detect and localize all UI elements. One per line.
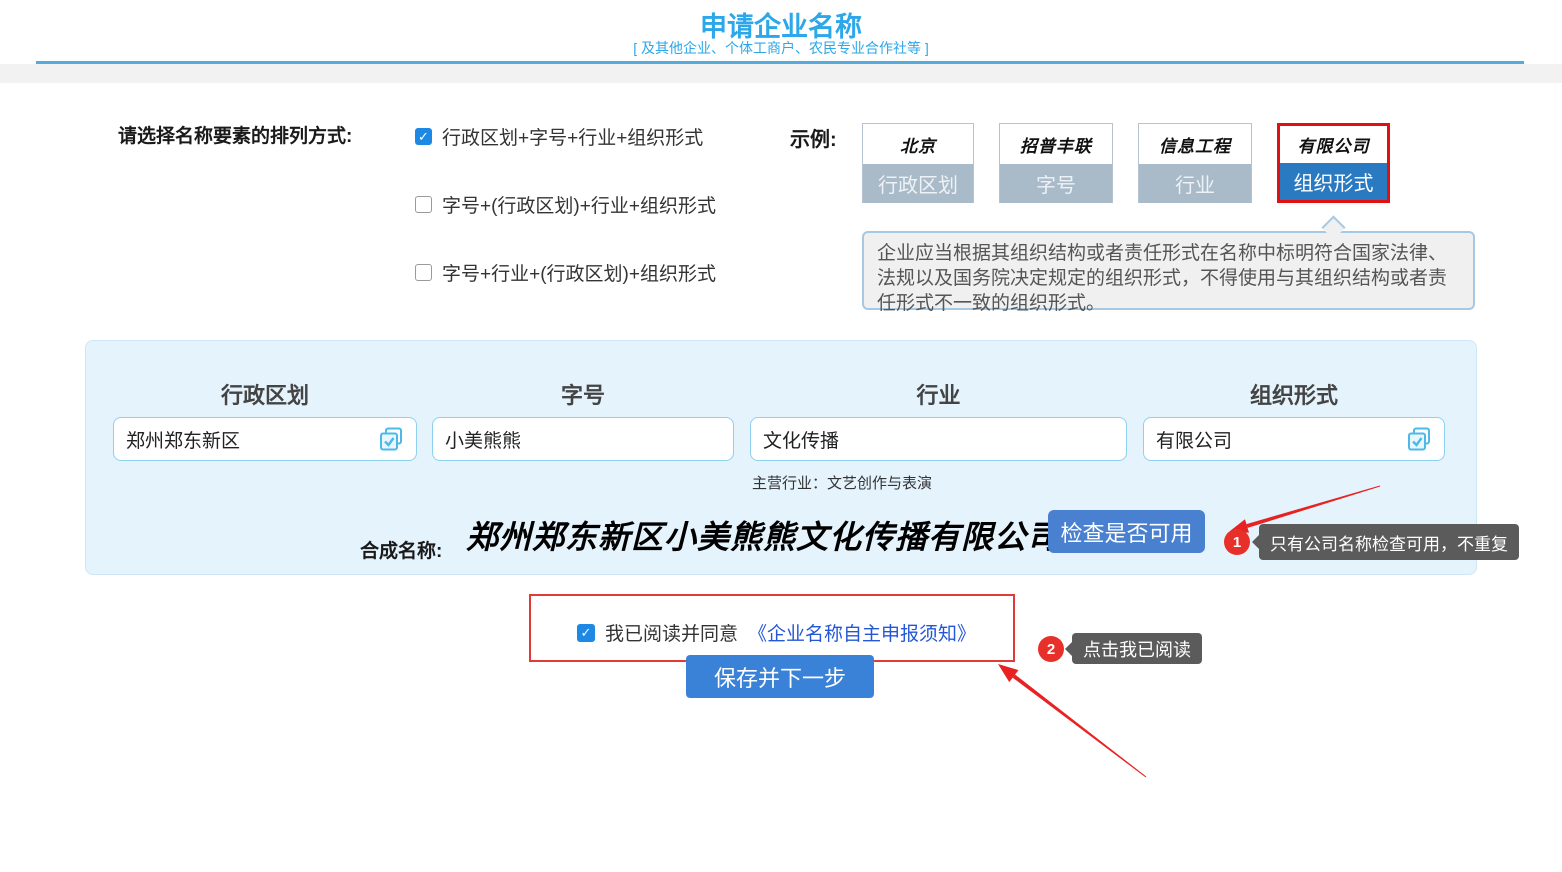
orgform-picker-icon[interactable] bbox=[1406, 426, 1433, 453]
example-box-industry: 信息工程 行业 bbox=[1138, 123, 1252, 203]
step-1-badge: 1 bbox=[1224, 529, 1250, 555]
arrangement-label: 请选择名称要素的排列方式: bbox=[118, 121, 352, 148]
arrangement-option-3[interactable]: 字号+行业+(行政区划)+组织形式 bbox=[415, 259, 716, 286]
step-2-tooltip: 点击我已阅读 bbox=[1072, 633, 1202, 664]
apply-company-name-page: 申请企业名称 [ 及其他企业、个体工商户、农民专业合作社等 ] 请选择名称要素的… bbox=[0, 0, 1562, 872]
example-category-label: 行政区划 bbox=[863, 164, 973, 203]
example-sample-text: 信息工程 bbox=[1139, 124, 1251, 164]
example-box-tradename: 招普丰联 字号 bbox=[999, 123, 1113, 203]
step-2-badge: 2 bbox=[1038, 636, 1064, 662]
agreement-row: 我已阅读并同意 《企业名称自主申报须知》 bbox=[577, 619, 976, 646]
example-box-region: 北京 行政区划 bbox=[862, 123, 974, 203]
example-sample-text: 北京 bbox=[863, 124, 973, 164]
checkbox-checked-icon[interactable] bbox=[415, 128, 432, 145]
arrangement-option-label: 行政区划+字号+行业+组织形式 bbox=[442, 123, 703, 150]
arrangement-option-label: 字号+(行政区划)+行业+组织形式 bbox=[442, 191, 716, 218]
orgform-info-note: 企业应当根据其组织结构或者责任形式在名称中标明符合国家法律、法规以及国务院决定规… bbox=[862, 231, 1475, 310]
example-sample-text: 有限公司 bbox=[1280, 126, 1387, 163]
agreement-text: 我已阅读并同意 bbox=[605, 619, 738, 646]
industry-input[interactable] bbox=[750, 417, 1127, 461]
check-availability-button[interactable]: 检查是否可用 bbox=[1048, 510, 1205, 553]
tradename-input[interactable] bbox=[432, 417, 734, 461]
region-picker-icon[interactable] bbox=[378, 426, 405, 453]
example-box-orgform-highlighted: 有限公司 组织形式 bbox=[1277, 123, 1390, 203]
column-header-industry: 行业 bbox=[750, 378, 1127, 410]
example-category-label: 行业 bbox=[1139, 164, 1251, 203]
region-input[interactable] bbox=[113, 417, 417, 461]
example-category-label: 字号 bbox=[1000, 164, 1112, 203]
arrangement-option-2[interactable]: 字号+(行政区划)+行业+组织形式 bbox=[415, 191, 716, 218]
main-industry-note: 主营行业：文艺创作与表演 bbox=[752, 472, 932, 493]
orgform-input[interactable] bbox=[1143, 417, 1445, 461]
arrangement-option-1[interactable]: 行政区划+字号+行业+组织形式 bbox=[415, 123, 703, 150]
example-label: 示例: bbox=[790, 123, 837, 152]
composed-name-value: 郑州郑东新区小美熊熊文化传播有限公司 bbox=[466, 512, 1036, 558]
example-category-label: 组织形式 bbox=[1280, 163, 1387, 200]
header-gray-band bbox=[0, 64, 1562, 83]
page-subtitle: [ 及其他企业、个体工商户、农民专业合作社等 ] bbox=[0, 38, 1562, 58]
red-arrow-to-agreement bbox=[998, 664, 1146, 777]
column-header-orgform: 组织形式 bbox=[1143, 378, 1445, 410]
save-next-button[interactable]: 保存并下一步 bbox=[686, 655, 874, 698]
checkbox-unchecked-icon[interactable] bbox=[415, 264, 432, 281]
declaration-notice-link[interactable]: 《企业名称自主申报须知》 bbox=[748, 619, 976, 646]
step-1-tooltip: 只有公司名称检查可用，不重复 bbox=[1259, 524, 1519, 560]
checkbox-unchecked-icon[interactable] bbox=[415, 196, 432, 213]
agreement-checkbox-checked-icon[interactable] bbox=[577, 624, 595, 642]
column-header-tradename: 字号 bbox=[432, 378, 734, 410]
composed-name-label: 合成名称: bbox=[360, 536, 442, 563]
example-sample-text: 招普丰联 bbox=[1000, 124, 1112, 164]
arrangement-option-label: 字号+行业+(行政区划)+组织形式 bbox=[442, 259, 716, 286]
column-header-region: 行政区划 bbox=[113, 378, 417, 410]
